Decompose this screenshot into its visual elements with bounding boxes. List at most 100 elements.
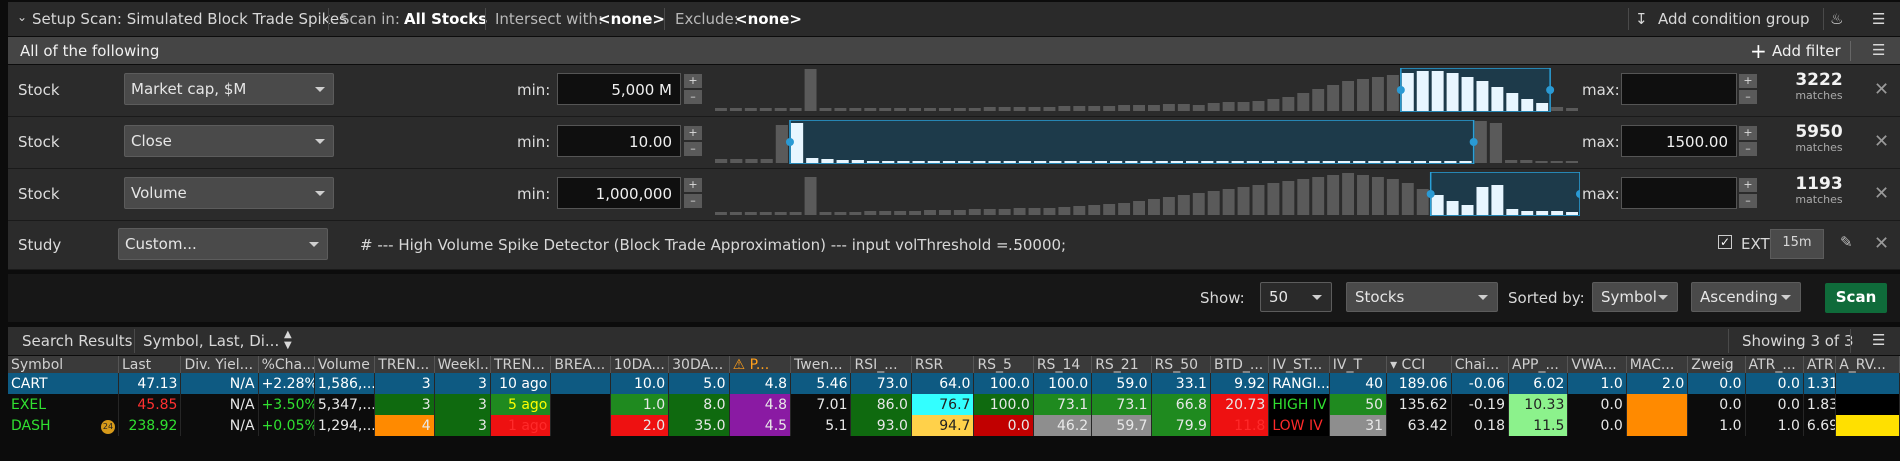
menu-icon[interactable]: ☰ <box>1872 10 1885 28</box>
show-count-select[interactable]: 50 <box>1260 282 1332 312</box>
column-header[interactable]: MAC... <box>1626 356 1689 373</box>
column-header[interactable]: Chai... <box>1451 356 1510 373</box>
universe-select[interactable]: Stocks <box>1346 282 1498 312</box>
histogram-bar <box>1357 79 1369 111</box>
table-cell: 59.7 <box>1091 415 1152 436</box>
histogram-bar <box>759 108 772 111</box>
histogram-bar <box>1322 161 1335 163</box>
min-input[interactable]: 10.00 <box>557 125 681 157</box>
histogram-bar <box>715 108 727 111</box>
results-menu-icon[interactable]: ☰ <box>1872 331 1885 349</box>
column-header[interactable]: Twen... <box>790 356 852 373</box>
column-header[interactable]: RSR <box>911 356 975 373</box>
column-header[interactable]: BTD_... <box>1210 356 1270 373</box>
table-cell: 73.1 <box>1091 394 1152 415</box>
column-header[interactable]: %Cha... <box>258 356 315 373</box>
column-header[interactable]: Div. Yiel... <box>180 356 259 373</box>
column-header[interactable]: ▾ CCI <box>1386 356 1452 373</box>
study-code[interactable]: # --- High Volume Spike Detector (Block … <box>360 236 1066 254</box>
histogram-bar <box>1550 161 1563 163</box>
column-header[interactable]: ATR_... <box>1745 356 1804 373</box>
histogram[interactable] <box>714 68 1580 112</box>
range-handle[interactable] <box>1546 86 1555 94</box>
column-header[interactable]: RS_50 <box>1151 356 1211 373</box>
max-input[interactable] <box>1621 177 1737 209</box>
filter-field-select[interactable]: Close <box>124 125 334 157</box>
min-stepper[interactable]: + – <box>684 74 702 104</box>
table-row[interactable]: EXEL 45.85 N/A +3.50% 5,347,... 3 3 5 ago 1.0 8.0… <box>8 394 1900 415</box>
sort-order-select[interactable]: Ascending <box>1691 282 1801 312</box>
range-handle[interactable] <box>1469 138 1478 146</box>
min-stepper[interactable]: + – <box>684 178 702 208</box>
column-header[interactable]: TREN... <box>490 356 552 373</box>
remove-filter-icon[interactable]: ✕ <box>1874 131 1889 152</box>
column-set-spinner-icon[interactable]: ▲ ▼ <box>284 329 292 351</box>
min-stepper[interactable]: + – <box>684 126 702 156</box>
table-row[interactable]: DASH 24 238.92 N/A +0.05% 1,294,... 4 3 1 ago 2.0… <box>8 415 1900 436</box>
max-stepper[interactable]: + – <box>1739 74 1757 104</box>
column-header[interactable]: IV_T <box>1329 356 1388 373</box>
exclude-value[interactable]: <none> <box>735 10 802 28</box>
min-input[interactable]: 1,000,000 <box>557 177 681 209</box>
column-header[interactable]: A_RV... <box>1835 356 1900 373</box>
column-header[interactable]: RS_5 <box>973 356 1034 373</box>
add-condition-group-button[interactable]: Add condition group <box>1658 10 1810 28</box>
column-header[interactable]: RS_14 <box>1033 356 1093 373</box>
column-header[interactable]: IV_ST... <box>1268 356 1330 373</box>
column-header[interactable]: Zweig <box>1687 356 1746 373</box>
group-menu-icon[interactable]: ☰ <box>1872 41 1885 59</box>
max-stepper[interactable]: + – <box>1739 178 1757 208</box>
column-header[interactable]: 10DA... <box>610 356 670 373</box>
table-cell <box>550 373 611 394</box>
study-select[interactable]: Custom... <box>118 228 328 260</box>
table-cell: 2.0 <box>610 415 670 436</box>
column-header[interactable]: APP_... <box>1508 356 1569 373</box>
remove-filter-icon[interactable]: ✕ <box>1874 79 1889 100</box>
range-handle[interactable] <box>1426 190 1435 198</box>
max-stepper[interactable]: + – <box>1739 126 1757 156</box>
flame-icon[interactable]: ♨ <box>1830 10 1843 28</box>
column-header[interactable]: ATR <box>1803 356 1837 373</box>
max-input[interactable] <box>1621 73 1737 105</box>
range-handle[interactable] <box>785 138 794 146</box>
column-header[interactable]: VWA... <box>1567 356 1627 373</box>
column-set-select[interactable]: Symbol, Last, Di... <box>143 332 279 350</box>
scan-button[interactable]: Scan <box>1825 283 1887 313</box>
aggregation-button[interactable]: 15m <box>1770 229 1824 259</box>
study-code-ellipsis[interactable]: ... <box>1008 236 1022 254</box>
min-input[interactable]: 5,000 M <box>557 73 681 105</box>
ext-checkbox[interactable]: ✓ <box>1718 235 1732 249</box>
table-cell: 94.7 <box>911 415 975 436</box>
table-cell: +0.05% <box>258 415 315 436</box>
search-results-tab[interactable]: Search Results <box>22 332 132 350</box>
sort-field-select[interactable]: Symbol <box>1592 282 1678 312</box>
range-handle[interactable] <box>1396 86 1405 94</box>
column-header[interactable]: Symbol <box>8 356 119 373</box>
add-filter-button[interactable]: Add filter <box>1772 42 1841 60</box>
histogram-bar <box>1536 211 1549 215</box>
column-header[interactable]: Weekl... <box>434 356 491 373</box>
column-header[interactable]: ⚠ P... <box>729 356 792 373</box>
remove-study-icon[interactable]: ✕ <box>1874 233 1889 254</box>
collapse-chevron-icon[interactable]: ⌄ <box>17 10 27 24</box>
column-header[interactable]: Last <box>118 356 182 373</box>
column-header[interactable]: TREN... <box>374 356 435 373</box>
column-header[interactable]: 30DA... <box>668 356 730 373</box>
scan-in-value[interactable]: All Stocks <box>404 10 487 28</box>
remove-filter-icon[interactable]: ✕ <box>1874 183 1889 204</box>
filter-field-select[interactable]: Market cap, $M <box>124 73 334 105</box>
column-header[interactable]: Volume <box>314 356 376 373</box>
max-input[interactable]: 1500.00 <box>1621 125 1737 157</box>
column-header[interactable]: RSI_... <box>850 356 912 373</box>
histogram-bar <box>882 161 895 163</box>
table-row[interactable]: CART 47.13 N/A +2.28% 1,586,... 3 3 10 ago 10.0 5… <box>8 373 1900 394</box>
histogram[interactable] <box>714 120 1580 164</box>
filter-field-select[interactable]: Volume <box>124 177 334 209</box>
histogram-selection[interactable] <box>789 120 1475 164</box>
intersect-value[interactable]: <none> <box>598 10 665 28</box>
histogram[interactable] <box>714 172 1580 216</box>
column-header[interactable]: RS_21 <box>1091 356 1152 373</box>
column-header[interactable]: BREA... <box>550 356 611 373</box>
plus-icon[interactable]: + <box>1750 39 1767 63</box>
edit-pencil-icon[interactable]: ✎ <box>1840 233 1853 251</box>
